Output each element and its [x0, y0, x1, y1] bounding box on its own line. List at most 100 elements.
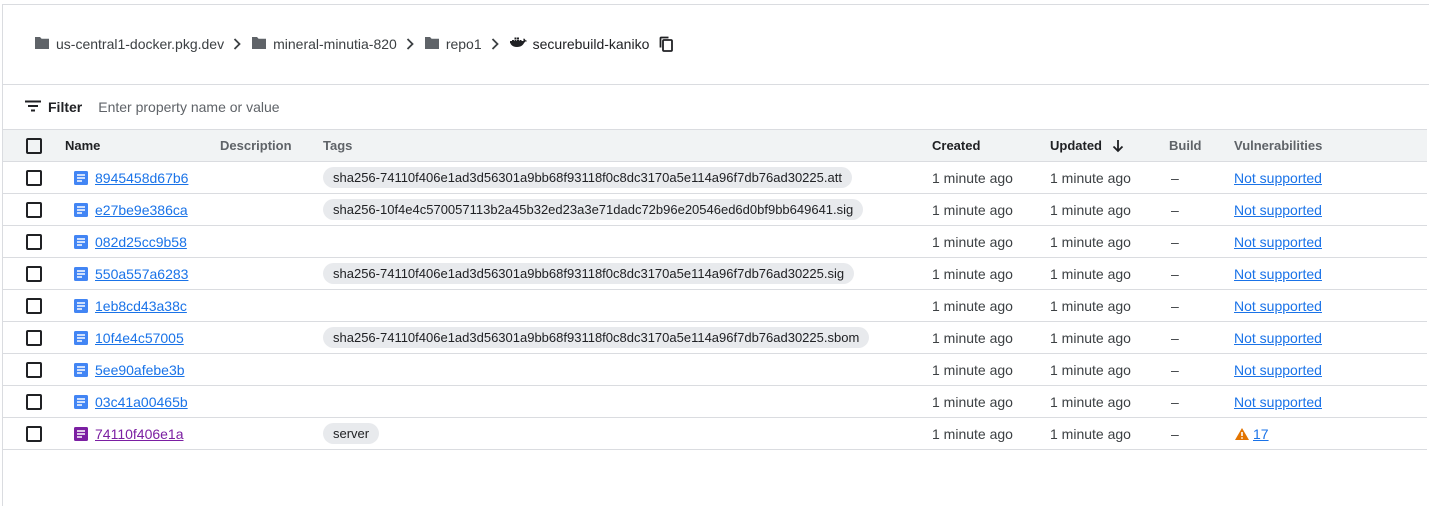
image-manifest-icon	[73, 426, 89, 442]
table-row[interactable]: 5ee90afebe3b 1 minute ago 1 minute ago – Not…	[3, 354, 1427, 386]
row-select-cell	[3, 354, 65, 386]
version-name-link[interactable]: e27be9e386ca	[95, 202, 188, 218]
vulnerabilities-cell: Not supported	[1234, 290, 1350, 322]
document-icon	[73, 234, 89, 250]
document-icon	[73, 298, 89, 314]
table-row[interactable]: 550a557a6283 sha256-74110f406e1ad3d56301a…	[3, 258, 1427, 290]
column-header-updated-label: Updated	[1050, 137, 1102, 153]
version-name-link[interactable]: 8945458d67b6	[95, 170, 188, 186]
table-row[interactable]: 8945458d67b6 sha256-74110f406e1ad3d56301a…	[3, 162, 1427, 194]
row-checkbox[interactable]	[26, 265, 42, 282]
name-cell: 74110f406e1a	[65, 418, 220, 450]
row-checkbox[interactable]	[26, 297, 42, 314]
version-name-link[interactable]: 1eb8cd43a38c	[95, 298, 187, 314]
breadcrumb-item-project[interactable]: mineral-minutia-820	[251, 36, 397, 53]
header-select-all[interactable]	[3, 130, 65, 162]
row-checkbox[interactable]	[26, 329, 42, 346]
created-cell: 1 minute ago	[932, 297, 1013, 314]
tag-chip[interactable]: sha256-10f4e4c570057113b2a45b32ed23a3e71…	[323, 199, 864, 220]
table-row[interactable]: e27be9e386ca sha256-10f4e4c570057113b2a45…	[3, 194, 1427, 226]
filter-button[interactable]: Filter	[24, 99, 82, 115]
created-cell: 1 minute ago	[932, 361, 1013, 378]
document-icon	[73, 266, 89, 282]
updated-cell: 1 minute ago	[1050, 169, 1131, 186]
tags-cell: sha256-74110f406e1ad3d56301a9bb68f93118f…	[323, 322, 932, 354]
row-checkbox[interactable]	[26, 361, 42, 378]
vulnerabilities-link[interactable]: 17	[1253, 426, 1269, 442]
tags-cell: sha256-74110f406e1ad3d56301a9bb68f93118f…	[323, 258, 932, 290]
updated-cell: 1 minute ago	[1050, 201, 1131, 218]
actions-cell	[1350, 322, 1427, 354]
version-name-link[interactable]: 5ee90afebe3b	[95, 362, 185, 378]
column-header-tags[interactable]: Tags	[323, 130, 932, 162]
vulnerabilities-link[interactable]: Not supported	[1234, 362, 1322, 378]
vulnerabilities-link[interactable]: Not supported	[1234, 330, 1322, 346]
vulnerabilities-cell: 17	[1234, 418, 1350, 450]
tags-cell	[323, 386, 932, 418]
description-cell	[220, 162, 323, 194]
table-row[interactable]: 74110f406e1a server 1 minute ago 1 minute a…	[3, 418, 1427, 450]
created-cell: 1 minute ago	[932, 233, 1013, 250]
breadcrumb-item-repo[interactable]: repo1	[424, 36, 482, 53]
name-cell: 550a557a6283	[65, 258, 220, 290]
vulnerabilities-link[interactable]: Not supported	[1234, 202, 1322, 218]
tag-chip[interactable]: sha256-74110f406e1ad3d56301a9bb68f93118f…	[323, 167, 852, 188]
version-name-link[interactable]: 74110f406e1a	[95, 426, 184, 442]
actions-cell	[1350, 226, 1427, 258]
vulnerabilities-link[interactable]: Not supported	[1234, 234, 1322, 250]
versions-table: Name Description Tags Created Updated Bu…	[3, 129, 1427, 450]
created-cell: 1 minute ago	[932, 265, 1013, 282]
table-row[interactable]: 03c41a00465b 1 minute ago 1 minute ago – Not…	[3, 386, 1427, 418]
table-row[interactable]: 1eb8cd43a38c 1 minute ago 1 minute ago – Not…	[3, 290, 1427, 322]
build-cell: –	[1171, 201, 1179, 218]
tags-cell	[323, 226, 932, 258]
column-header-vulnerabilities[interactable]: Vulnerabilities	[1234, 130, 1350, 162]
name-cell: 5ee90afebe3b	[65, 354, 220, 386]
chevron-right-icon	[406, 38, 414, 50]
vulnerabilities-link[interactable]: Not supported	[1234, 266, 1322, 282]
column-header-name[interactable]: Name	[65, 130, 220, 162]
breadcrumb-item-host[interactable]: us-central1-docker.pkg.dev	[34, 36, 224, 53]
select-all-checkbox[interactable]	[26, 137, 42, 154]
vulnerabilities-cell: Not supported	[1234, 322, 1350, 354]
tags-cell	[323, 290, 932, 322]
description-cell	[220, 194, 323, 226]
actions-cell	[1350, 258, 1427, 290]
tag-chip[interactable]: sha256-74110f406e1ad3d56301a9bb68f93118f…	[323, 263, 855, 284]
description-cell	[220, 386, 323, 418]
name-cell: 03c41a00465b	[65, 386, 220, 418]
arrow-down-icon[interactable]	[1112, 139, 1124, 153]
row-checkbox[interactable]	[26, 201, 42, 218]
row-checkbox[interactable]	[26, 169, 42, 186]
tag-chip[interactable]: sha256-74110f406e1ad3d56301a9bb68f93118f…	[323, 327, 870, 348]
header-divider	[3, 84, 1429, 85]
column-header-created[interactable]: Created	[932, 130, 1050, 162]
column-header-updated[interactable]: Updated	[1050, 130, 1169, 162]
row-checkbox[interactable]	[26, 425, 42, 442]
build-cell: –	[1171, 393, 1179, 410]
version-name-link[interactable]: 03c41a00465b	[95, 394, 188, 410]
filter-input[interactable]	[98, 99, 519, 115]
column-header-build[interactable]: Build	[1169, 130, 1234, 162]
table-row[interactable]: 082d25cc9b58 1 minute ago 1 minute ago – Not…	[3, 226, 1427, 258]
tags-cell: sha256-10f4e4c570057113b2a45b32ed23a3e71…	[323, 194, 932, 226]
column-header-description[interactable]: Description	[220, 130, 323, 162]
version-name-link[interactable]: 10f4e4c57005	[95, 330, 184, 346]
table-row[interactable]: 10f4e4c57005 sha256-74110f406e1ad3d56301a…	[3, 322, 1427, 354]
created-cell: 1 minute ago	[932, 201, 1013, 218]
created-cell: 1 minute ago	[932, 169, 1013, 186]
build-cell: –	[1171, 329, 1179, 346]
version-name-link[interactable]: 082d25cc9b58	[95, 234, 187, 250]
row-checkbox[interactable]	[26, 233, 42, 250]
vulnerabilities-link[interactable]: Not supported	[1234, 298, 1322, 314]
copy-icon[interactable]	[659, 36, 674, 52]
table-body: 8945458d67b6 sha256-74110f406e1ad3d56301a…	[3, 162, 1427, 450]
tags-cell	[323, 354, 932, 386]
column-header-actions	[1350, 130, 1427, 162]
vulnerabilities-cell: Not supported	[1234, 194, 1350, 226]
vulnerabilities-link[interactable]: Not supported	[1234, 394, 1322, 410]
vulnerabilities-link[interactable]: Not supported	[1234, 170, 1322, 186]
version-name-link[interactable]: 550a557a6283	[95, 266, 188, 282]
tag-chip[interactable]: server	[323, 423, 380, 444]
row-checkbox[interactable]	[26, 393, 42, 410]
